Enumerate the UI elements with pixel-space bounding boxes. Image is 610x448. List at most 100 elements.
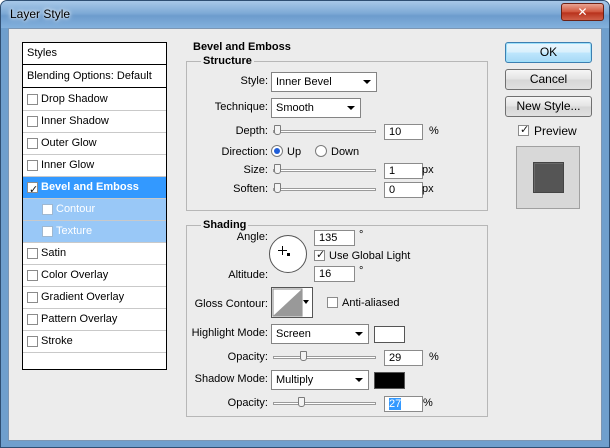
shadow-color-swatch[interactable] <box>374 372 405 389</box>
altitude-input[interactable]: 16 <box>314 266 355 282</box>
style-select[interactable]: Inner Bevel <box>271 72 377 92</box>
shadow-mode-label: Shadow Mode: <box>194 373 268 385</box>
style-item-label: Inner Shadow <box>41 115 109 127</box>
angle-input[interactable]: 135 <box>314 230 355 246</box>
anti-aliased-checkbox[interactable] <box>327 297 338 308</box>
style-item-label: Color Overlay <box>41 269 109 281</box>
direction-down-label[interactable]: Down <box>331 146 359 158</box>
highlight-opacity-slider[interactable] <box>273 351 376 361</box>
structure-title: Structure <box>201 55 254 67</box>
use-global-light-label[interactable]: Use Global Light <box>329 250 410 262</box>
direction-label: Direction: <box>221 146 268 158</box>
style-item-contour[interactable]: Contour <box>23 199 166 221</box>
direction-up-label[interactable]: Up <box>287 146 301 158</box>
depth-slider[interactable] <box>273 125 376 135</box>
style-item-checkbox[interactable] <box>27 270 38 281</box>
size-input[interactable]: 1 <box>384 163 423 179</box>
dialog-client: Styles Blending Options: Default Drop Sh… <box>8 28 602 441</box>
style-label: Style: <box>240 75 268 87</box>
angle-label: Angle: <box>236 231 268 243</box>
depth-slider-thumb[interactable] <box>274 125 281 135</box>
blending-options-item[interactable]: Blending Options: Default <box>23 66 166 88</box>
shadow-mode-select[interactable]: Multiply <box>271 370 369 390</box>
style-item-stroke[interactable]: Stroke <box>23 331 166 353</box>
style-item-color-overlay[interactable]: Color Overlay <box>23 265 166 287</box>
technique-label: Technique: <box>214 101 268 113</box>
crosshair-icon <box>278 246 287 255</box>
style-item-satin[interactable]: Satin <box>23 243 166 265</box>
style-item-outer-glow[interactable]: Outer Glow <box>23 133 166 155</box>
chevron-down-icon <box>303 300 309 304</box>
soften-slider[interactable] <box>273 183 376 193</box>
anti-aliased-label[interactable]: Anti-aliased <box>342 297 399 309</box>
highlight-color-swatch[interactable] <box>374 326 405 343</box>
highlight-opacity-input[interactable]: 29 <box>384 350 423 366</box>
style-item-drop-shadow[interactable]: Drop Shadow <box>23 89 166 111</box>
style-item-label: Outer Glow <box>41 137 97 149</box>
depth-label: Depth: <box>235 125 268 137</box>
cancel-button[interactable]: Cancel <box>505 69 592 90</box>
style-item-checkbox[interactable] <box>27 314 38 325</box>
highlight-opacity-slider-thumb[interactable] <box>300 351 307 361</box>
style-item-label: Inner Glow <box>41 159 95 171</box>
shadow-opacity-slider[interactable] <box>273 397 376 407</box>
preview-swatch <box>533 162 564 193</box>
ok-button[interactable]: OK <box>505 42 592 63</box>
style-item-checkbox[interactable] <box>42 226 53 237</box>
angle-dial-center <box>287 253 290 256</box>
soften-input[interactable]: 0 <box>384 182 423 198</box>
style-item-label: Bevel and Emboss <box>41 181 139 193</box>
altitude-label: Altitude: <box>228 269 268 281</box>
title-bar[interactable]: Layer Style ✕ <box>1 1 609 28</box>
highlight-mode-select[interactable]: Screen <box>271 324 369 344</box>
style-item-checkbox[interactable] <box>27 248 38 259</box>
preview-checkbox[interactable] <box>518 123 529 136</box>
style-item-pattern-overlay[interactable]: Pattern Overlay <box>23 309 166 331</box>
highlight-mode-value: Screen <box>276 328 311 340</box>
soften-slider-thumb[interactable] <box>274 183 281 193</box>
style-item-gradient-overlay[interactable]: Gradient Overlay <box>23 287 166 309</box>
chevron-down-icon <box>363 80 371 84</box>
close-button[interactable]: ✕ <box>561 3 604 21</box>
style-item-checkbox[interactable] <box>27 292 38 303</box>
size-unit: px <box>422 164 434 176</box>
style-item-inner-shadow[interactable]: Inner Shadow <box>23 111 166 133</box>
preview-label[interactable]: Preview <box>534 124 577 138</box>
chevron-down-icon <box>355 378 363 382</box>
gloss-contour-picker[interactable] <box>271 287 313 318</box>
shadow-opacity-input[interactable]: 27 <box>384 396 423 412</box>
direction-down-radio[interactable] <box>315 145 327 157</box>
highlight-opacity-label: Opacity: <box>227 351 268 363</box>
angle-dial[interactable] <box>269 235 307 273</box>
styles-header[interactable]: Styles <box>23 43 166 65</box>
style-item-checkbox[interactable] <box>42 204 53 215</box>
style-item-checkbox[interactable] <box>27 138 38 149</box>
style-item-bevel-and-emboss[interactable]: Bevel and Emboss <box>23 177 166 201</box>
style-item-checkbox[interactable] <box>27 116 38 127</box>
size-slider-thumb[interactable] <box>274 164 281 174</box>
angle-unit: ° <box>359 229 364 241</box>
style-item-checkbox[interactable] <box>27 160 38 171</box>
size-slider[interactable] <box>273 164 376 174</box>
style-item-label: Drop Shadow <box>41 93 108 105</box>
shadow-opacity-value: 27 <box>389 398 402 410</box>
new-style-button[interactable]: New Style... <box>505 96 592 117</box>
style-item-checkbox[interactable] <box>27 180 38 201</box>
style-item-inner-glow[interactable]: Inner Glow <box>23 155 166 177</box>
use-global-light-checkbox[interactable] <box>314 248 325 261</box>
depth-unit: % <box>429 125 439 137</box>
altitude-unit: ° <box>359 265 364 277</box>
layer-style-dialog: Layer Style ✕ Styles Blending Options: D… <box>0 0 610 448</box>
gloss-contour-label: Gloss Contour: <box>194 298 268 310</box>
style-item-checkbox[interactable] <box>27 336 38 347</box>
shading-title: Shading <box>201 219 249 231</box>
styles-list: Styles Blending Options: Default Drop Sh… <box>22 42 167 370</box>
shadow-opacity-slider-thumb[interactable] <box>298 397 305 407</box>
style-item-checkbox[interactable] <box>27 94 38 105</box>
depth-input[interactable]: 10 <box>384 124 423 140</box>
bevel-emboss-title: Bevel and Emboss <box>191 41 293 53</box>
shadow-mode-value: Multiply <box>276 374 314 386</box>
technique-select[interactable]: Smooth <box>271 98 361 118</box>
direction-up-radio[interactable] <box>271 145 283 157</box>
style-item-texture[interactable]: Texture <box>23 221 166 243</box>
